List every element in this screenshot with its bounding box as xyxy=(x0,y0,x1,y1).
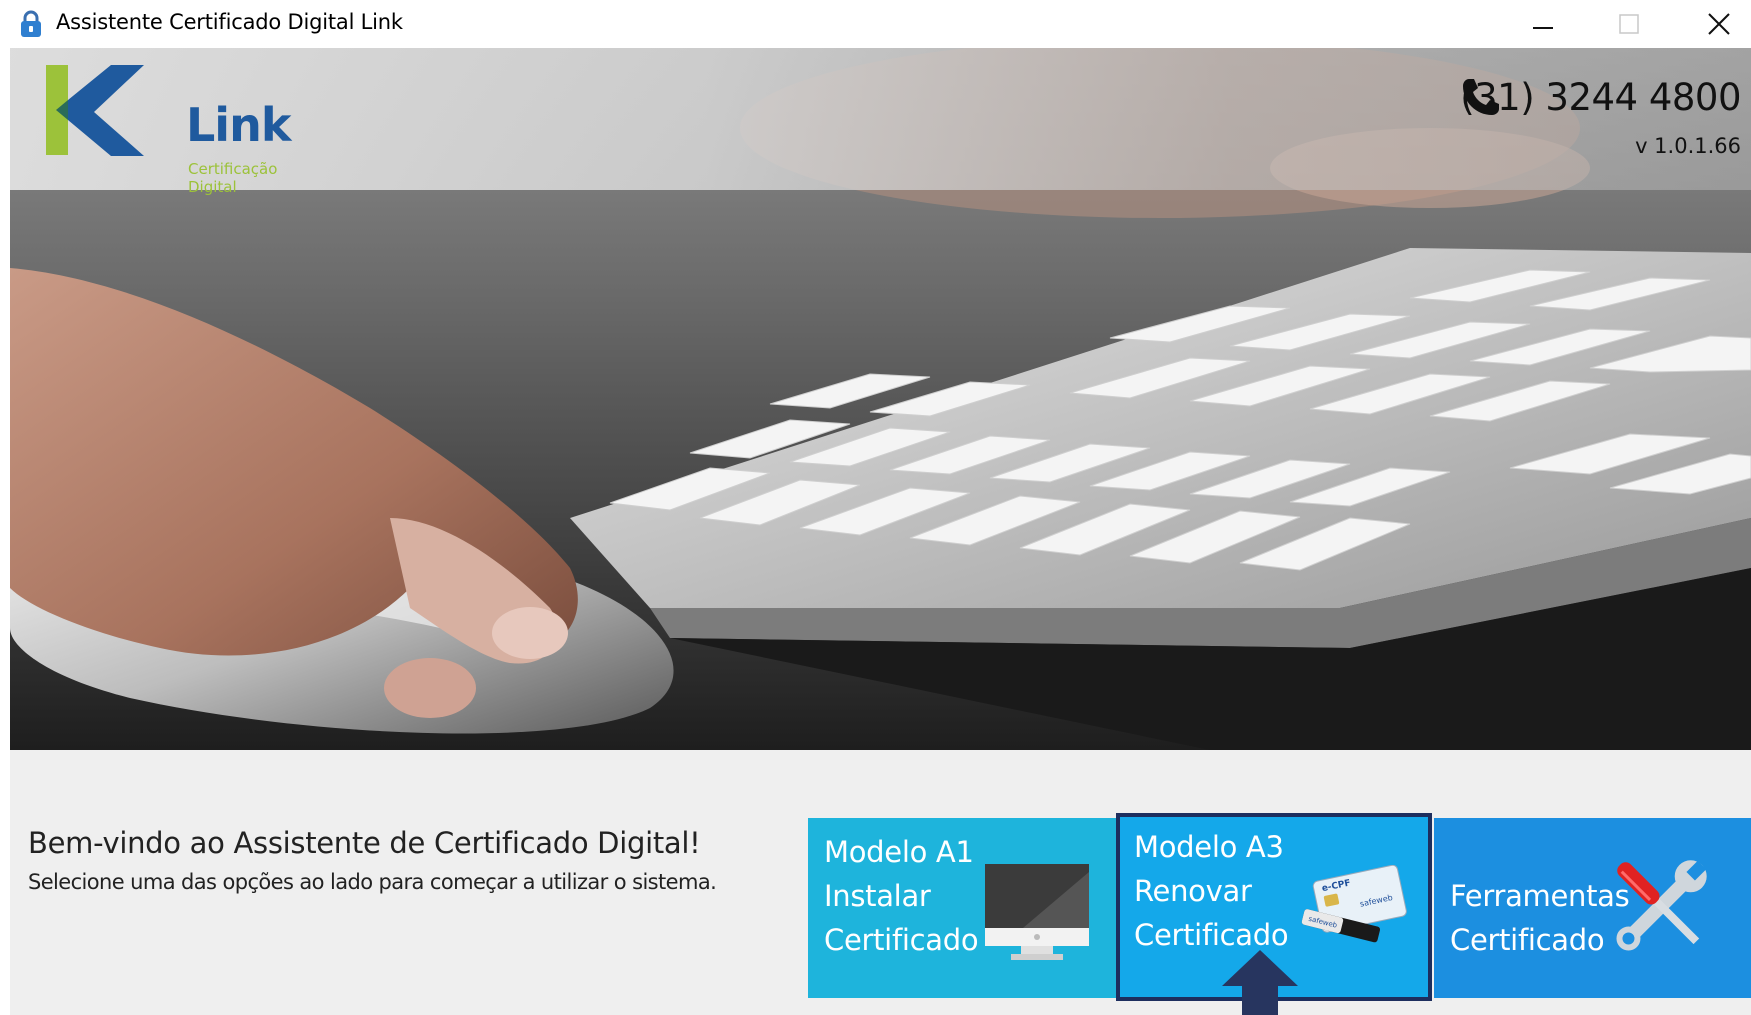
tile-label: Modelo A3 Renovar Certificado xyxy=(1134,830,1289,952)
tools-icon xyxy=(1616,860,1707,951)
version-label: v 1.0.1.66 xyxy=(1635,134,1741,158)
tile-ferramentas-certificado[interactable]: Ferramentas Certificado xyxy=(1434,818,1751,998)
arrow-up-icon xyxy=(1222,950,1298,1015)
close-button[interactable] xyxy=(1690,0,1748,48)
minimize-icon xyxy=(1533,27,1553,29)
window-title: Assistente Certificado Digital Link xyxy=(56,10,403,34)
main-window: Link Certificação Digital (31) 3244 4800… xyxy=(10,48,1751,1015)
welcome-subtitle: Selecione uma das opções ao lado para co… xyxy=(28,870,717,894)
welcome-title: Bem-vindo ao Assistente de Certificado D… xyxy=(28,826,701,860)
tile-label: Modelo A1 Instalar Certificado xyxy=(824,835,979,957)
logo-tagline: Certificação Digital xyxy=(188,160,278,196)
title-bar: Assistente Certificado Digital Link xyxy=(0,0,1751,48)
maximize-button[interactable] xyxy=(1600,0,1658,48)
monitor-icon xyxy=(985,864,1089,960)
phone-contact: (31) 3244 4800 xyxy=(1460,76,1741,119)
smartcard-token-icon: e-CPF safeweb safeweb xyxy=(1301,865,1407,943)
minimize-button[interactable] xyxy=(1514,0,1572,48)
link-logo: Link Certificação Digital xyxy=(46,60,306,196)
logo-k-icon xyxy=(46,65,144,156)
logo-wordmark: Link xyxy=(186,98,291,152)
tile-label: Ferramentas Certificado xyxy=(1450,879,1630,957)
phone-icon xyxy=(1463,79,1500,115)
tile-modelo-a1-instalar[interactable]: Modelo A1 Instalar Certificado xyxy=(808,818,1116,998)
close-icon xyxy=(1708,13,1730,35)
padlock-icon xyxy=(21,10,41,37)
phone-number: (31) 3244 4800 xyxy=(1460,76,1741,119)
maximize-icon xyxy=(1619,14,1639,34)
hero-image: Link Certificação Digital (31) 3244 4800… xyxy=(10,48,1751,750)
